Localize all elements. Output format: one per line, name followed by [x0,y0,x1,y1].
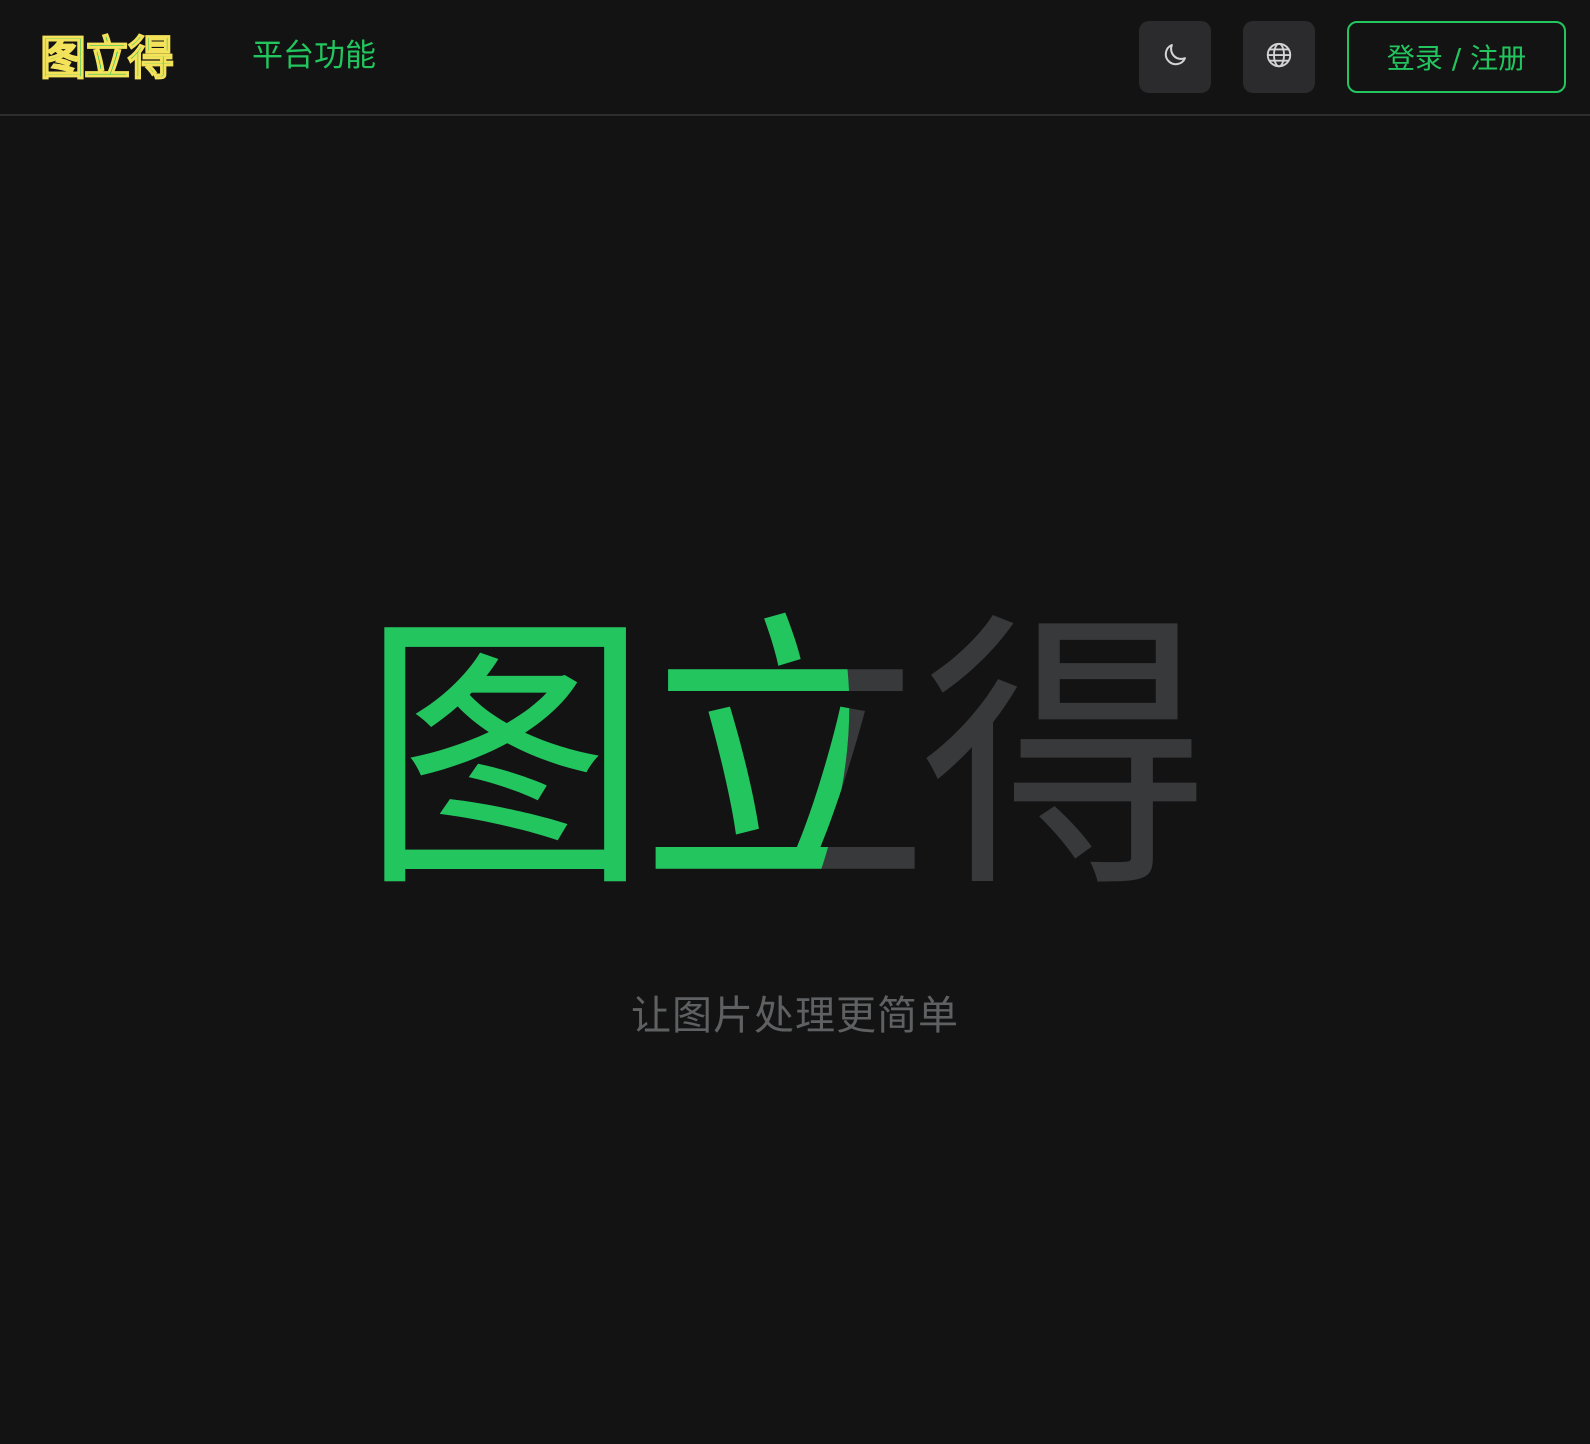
hero-char-3: 得 [920,590,1200,927]
moon-icon [1160,40,1190,74]
globe-icon [1264,40,1294,74]
hero-title: 图立得 图 图立 [360,588,1230,927]
language-switch-button[interactable] [1243,21,1315,93]
login-register-button[interactable]: 登录 / 注册 [1347,21,1566,93]
hero-char-1: 图 [360,590,640,927]
hero-tagline: 让图片处理更简单 [631,993,959,1039]
nav-platform-features[interactable]: 平台功能 [252,34,376,78]
brand-logo-mark: 图立得 [39,30,175,82]
top-navbar: 图立得 平台功能 登录 / 注册 [0,0,1590,116]
brand-logo-text: 图立得 [40,31,173,82]
theme-toggle-button[interactable] [1139,21,1211,93]
brand-logo[interactable]: 图立得 [38,30,178,82]
svg-text:图: 图 [360,590,640,927]
hero-section: 图立得 图 图立 让图片处理更简单 [0,116,1590,1444]
